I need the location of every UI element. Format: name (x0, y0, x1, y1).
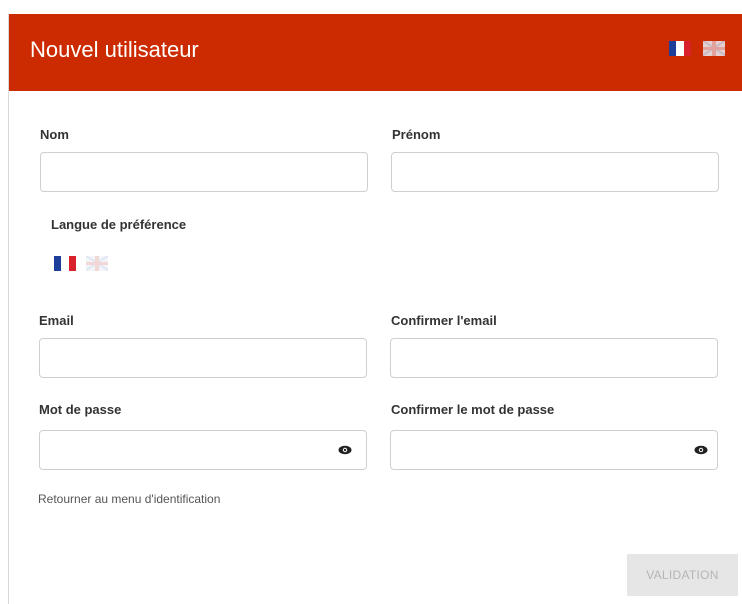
new-user-card: Nouvel utilisateur Nom Prénom Langue de … (8, 14, 742, 604)
confirm-password-label: Confirmer le mot de passe (391, 402, 555, 417)
card-header: Nouvel utilisateur (9, 14, 742, 91)
prenom-label: Prénom (392, 127, 441, 142)
flag-france-icon[interactable] (669, 41, 691, 56)
flag-uk-icon[interactable] (703, 41, 725, 56)
header-language-switcher (669, 41, 725, 56)
nom-input[interactable] (40, 152, 368, 192)
langue-label: Langue de préférence (51, 217, 187, 232)
password-input[interactable] (39, 430, 367, 470)
preferred-language-selector (54, 256, 108, 271)
eye-icon[interactable] (691, 443, 711, 457)
nom-label: Nom (40, 127, 69, 142)
password-label: Mot de passe (39, 402, 122, 417)
flag-france-icon[interactable] (54, 256, 76, 271)
back-to-login-link[interactable]: Retourner au menu d'identification (38, 492, 220, 506)
confirm-password-input[interactable] (390, 430, 718, 470)
email-label: Email (39, 313, 74, 328)
confirm-email-input[interactable] (390, 338, 718, 378)
prenom-input[interactable] (391, 152, 719, 192)
flag-uk-icon[interactable] (86, 256, 108, 271)
confirm-email-label: Confirmer l'email (391, 313, 497, 328)
validate-button[interactable]: VALIDATION (627, 554, 738, 596)
eye-icon[interactable] (335, 443, 355, 457)
email-input[interactable] (39, 338, 367, 378)
page-title: Nouvel utilisateur (30, 37, 199, 62)
